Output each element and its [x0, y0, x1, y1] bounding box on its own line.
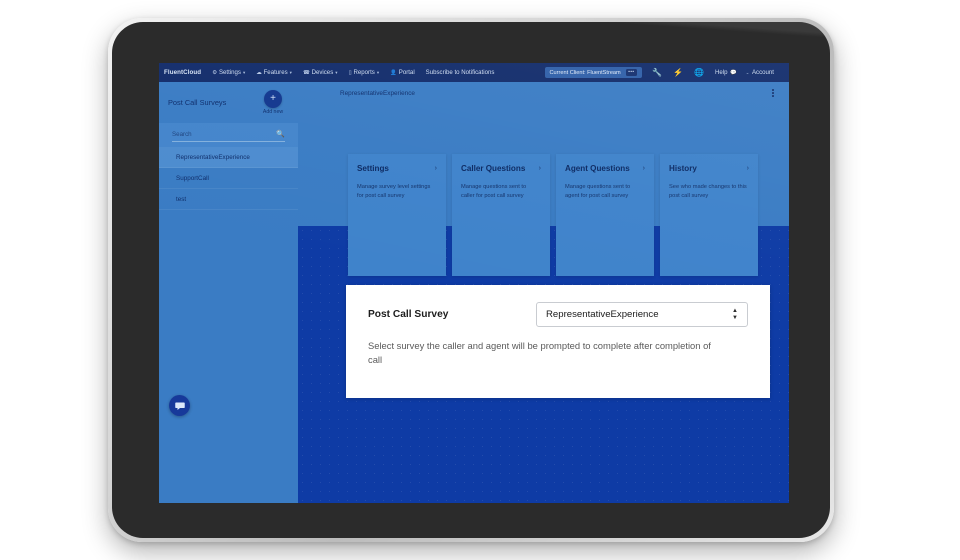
cards-row: Settings › Manage survey level settings … [348, 154, 758, 276]
bolt-icon[interactable]: ⚡ [673, 68, 683, 77]
chat-support-button[interactable] [169, 395, 190, 416]
sidebar-search-area: 🔍 [159, 123, 298, 147]
nav-item-subscribe-notifications[interactable]: Subscribe to Notifications [426, 69, 495, 76]
screenshot-stage: FluentCloud ⚙ Settings ▾ ☁ Features ▾ ☎ … [0, 0, 960, 560]
chevron-down-icon: ▾ [376, 69, 380, 75]
card-description: See who made changes to this post call s… [669, 184, 747, 199]
tablet-screen: FluentCloud ⚙ Settings ▾ ☁ Features ▾ ☎ … [159, 63, 789, 503]
kebab-menu-icon[interactable] [769, 87, 777, 99]
nav-item-portal-label: Portal [398, 69, 415, 76]
card-header: Agent Questions › [565, 164, 645, 174]
chevron-up-icon: ▲ [732, 308, 738, 315]
survey-select[interactable]: RepresentativeExperience ▲ ▼ [536, 302, 748, 327]
survey-list: RepresentativeExperience SupportCall tes… [159, 147, 298, 210]
nav-item-settings-label: Settings [218, 69, 241, 76]
search-input[interactable] [172, 130, 274, 138]
card-description: Manage questions sent to caller for post… [461, 184, 527, 199]
list-item-label: SupportCall [176, 174, 209, 182]
panel-description: Select survey the caller and agent will … [368, 340, 711, 365]
sidebar: Post Call Surveys + Add new 🔍 [159, 82, 298, 503]
account-label: Account [751, 69, 774, 76]
chat-bubble-icon [174, 402, 185, 410]
current-client-selector[interactable]: Current Client: FluentStream ••• [544, 67, 643, 78]
list-item-label: RepresentativeExperience [176, 153, 250, 161]
globe-icon[interactable]: 🌐 [694, 68, 704, 77]
card-description: Manage survey level settings for post ca… [357, 184, 431, 199]
nav-item-reports[interactable]: ▯ Reports ▾ [349, 69, 380, 76]
add-new-button[interactable]: + Add new [256, 90, 290, 115]
page-title: RepresentativeExperience [340, 89, 415, 97]
card-title: History [669, 164, 697, 173]
survey-select-value: RepresentativeExperience [546, 309, 659, 320]
chevron-right-icon: › [746, 165, 749, 172]
chevron-down-icon: ▼ [732, 314, 738, 321]
card-caller-questions[interactable]: Caller Questions › Manage questions sent… [452, 154, 550, 276]
panel-label: Post Call Survey [368, 309, 449, 320]
chevron-down-icon: ⌄ [745, 69, 750, 75]
bar-chart-icon: ▯ [348, 69, 352, 76]
nav-item-portal[interactable]: 👤 Portal [390, 69, 415, 76]
panel-row: Post Call Survey RepresentativeExperienc… [368, 302, 748, 327]
card-description: Manage questions sent to agent for post … [565, 184, 631, 199]
nav-item-devices[interactable]: ☎ Devices ▾ [303, 69, 338, 76]
sidebar-item-supportcall[interactable]: SupportCall [159, 168, 298, 189]
nav-item-settings[interactable]: ⚙ Settings ▾ [212, 69, 245, 76]
user-icon: 👤 [390, 69, 397, 76]
search-icon[interactable]: 🔍 [276, 130, 285, 138]
nav-item-reports-label: Reports [353, 69, 375, 76]
chevron-right-icon: › [538, 165, 541, 172]
sidebar-header: Post Call Surveys + Add new [159, 82, 298, 123]
nav-item-subscribe-label: Subscribe to Notifications [425, 69, 495, 76]
nav-item-devices-label: Devices [311, 69, 334, 76]
chevron-down-icon: ▾ [335, 69, 338, 75]
nav-brand-fluentcloud[interactable]: FluentCloud [164, 69, 201, 76]
plus-icon: + [264, 90, 282, 108]
card-header: Caller Questions › [461, 164, 541, 174]
chevron-down-icon: ▾ [289, 69, 292, 75]
nav-item-features[interactable]: ☁ Features ▾ [256, 69, 292, 76]
search-field[interactable]: 🔍 [172, 130, 285, 142]
card-header: History › [669, 164, 749, 174]
content-header: RepresentativeExperience [298, 82, 789, 104]
ellipsis-icon: ••• [625, 69, 638, 76]
card-history[interactable]: History › See who made changes to this p… [660, 154, 758, 276]
add-new-label: Add new [262, 109, 284, 115]
chevron-right-icon: › [434, 165, 437, 172]
wrench-icon[interactable]: 🔧 [652, 68, 662, 77]
card-agent-questions[interactable]: Agent Questions › Manage questions sent … [556, 154, 654, 276]
stepper-arrows-icon: ▲ ▼ [732, 308, 738, 321]
chat-bubble-icon: 💬 [730, 69, 737, 76]
tablet-device-frame: FluentCloud ⚙ Settings ▾ ☁ Features ▾ ☎ … [108, 18, 834, 542]
post-call-survey-panel: Post Call Survey RepresentativeExperienc… [346, 285, 770, 398]
gear-icon: ⚙ [212, 69, 217, 76]
tablet-bezel: FluentCloud ⚙ Settings ▾ ☁ Features ▾ ☎ … [112, 22, 830, 538]
help-label: Help [714, 69, 728, 76]
card-settings[interactable]: Settings › Manage survey level settings … [348, 154, 446, 276]
sidebar-title: Post Call Surveys [168, 98, 227, 107]
current-client-label: Current Client: FluentStream [549, 69, 621, 76]
chevron-down-icon: ▾ [242, 69, 246, 75]
card-title: Settings [357, 164, 389, 173]
top-navigation-bar: FluentCloud ⚙ Settings ▾ ☁ Features ▾ ☎ … [159, 63, 789, 82]
sidebar-item-representativeexperience[interactable]: RepresentativeExperience [159, 147, 298, 168]
account-menu[interactable]: ⌄ Account [746, 69, 774, 76]
card-header: Settings › [357, 164, 437, 174]
help-menu[interactable]: Help 💬 [715, 69, 737, 76]
nav-item-features-label: Features [263, 69, 288, 76]
sidebar-item-test[interactable]: test [159, 189, 298, 210]
list-item-label: test [176, 195, 187, 203]
main-content: RepresentativeExperience Settings › Mana… [298, 82, 789, 503]
app-body: Post Call Surveys + Add new 🔍 [159, 82, 789, 503]
cloud-icon: ☁ [256, 69, 262, 76]
phone-icon: ☎ [302, 69, 310, 76]
chevron-right-icon: › [642, 165, 645, 172]
card-title: Agent Questions [565, 164, 630, 173]
card-title: Caller Questions [461, 164, 526, 173]
